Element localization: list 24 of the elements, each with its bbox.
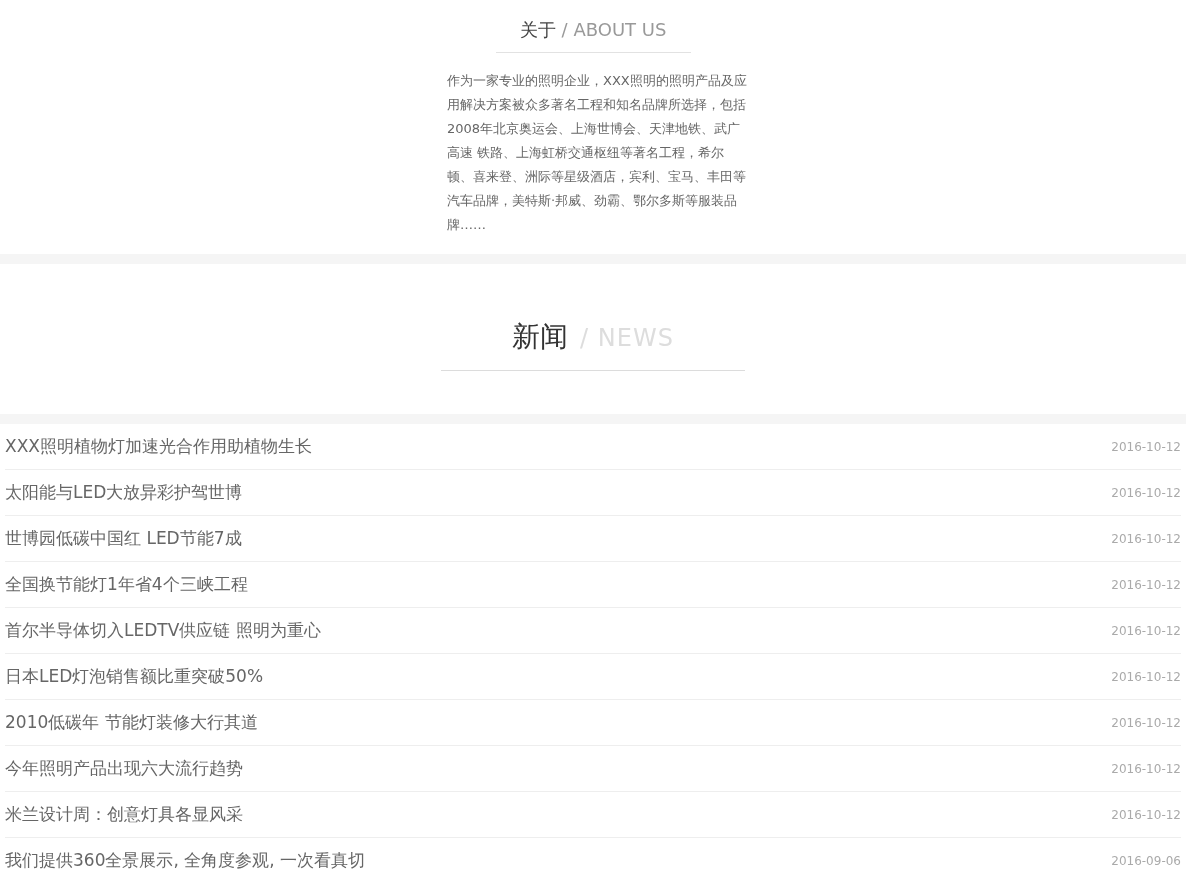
news-link[interactable]: 世博园低碳中国红 LED节能7成 <box>5 527 242 550</box>
news-date: 2016-10-12 <box>1111 485 1181 500</box>
section-title: 关于 <box>519 19 556 40</box>
news-date: 2016-09-06 <box>1111 853 1181 868</box>
news-date: 2016-10-12 <box>1111 669 1181 684</box>
news-link[interactable]: 全国换节能灯1年省4个三峡工程 <box>5 573 248 596</box>
news-date: 2016-10-12 <box>1111 761 1181 776</box>
news-date: 2016-10-12 <box>1111 531 1181 546</box>
news-link[interactable]: 太阳能与LED大放异彩护驾世博 <box>5 481 243 504</box>
news-link[interactable]: 2010低碳年 节能灯装修大行其道 <box>5 711 258 734</box>
news-link[interactable]: 我们提供360全景展示, 全角度参观, 一次看真切 <box>5 849 366 872</box>
news-link[interactable]: 今年照明产品出现六大流行趋势 <box>5 757 243 780</box>
news-link[interactable]: 首尔半导体切入LEDTV供应链 照明为重心 <box>5 619 321 642</box>
news-link[interactable]: XXX照明植物灯加速光合作用助植物生长 <box>5 435 312 458</box>
section-subtitle: / ABOUT US <box>561 19 667 40</box>
news-date: 2016-10-12 <box>1111 807 1181 822</box>
news-date: 2016-10-12 <box>1111 577 1181 592</box>
about-paragraph: 作为一家专业的照明企业，XXX照明的照明产品及应用解决方案被众多著名工程和知名品牌所选择，包括2008年北京奥运会、上海世博会、天津地铁、武广高速 铁路、上海虹桥交通枢纽等著名工程，希尔顿、喜来登、洲际等星级酒店，宾利、宝马、丰田等汽车品牌，美特斯·邦威、劲霸、鄂尔多斯等服装品牌…… <box>447 72 747 234</box>
news-date: 2016-10-12 <box>1111 715 1181 730</box>
news-link[interactable]: 日本LED灯泡销售额比重突破50% <box>5 665 264 688</box>
news-link[interactable]: 米兰设计周：创意灯具各显风采 <box>5 803 243 826</box>
section-title: 新闻 <box>512 320 569 353</box>
news-date: 2016-10-12 <box>1111 439 1181 454</box>
news-date: 2016-10-12 <box>1111 623 1181 638</box>
